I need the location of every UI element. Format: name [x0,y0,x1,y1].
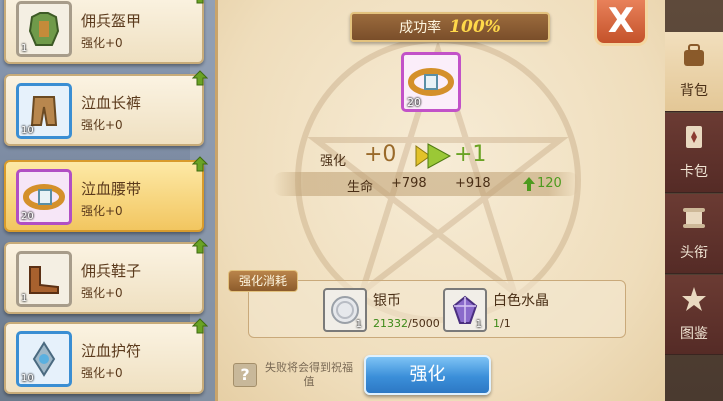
cost-need: /5000 [408,317,440,330]
enhance-panel: 成功率 100% X 20 强化 +0 +1 生命 +798 +918 120 … [215,0,665,401]
enhance-to-level: +1 [454,142,487,167]
tab-codex[interactable]: 图鉴 [665,275,723,355]
boots-icon: 1 [16,251,72,307]
help-icon[interactable]: ? [233,363,257,387]
tab-label: 背包 [680,83,708,99]
list-item-amulet[interactable]: 10 泣血护符 强化+0 [4,318,208,394]
tab-card-pack[interactable]: 卡包 [665,113,723,193]
close-button[interactable]: X [594,0,648,46]
item-level: 强化+0 [81,366,123,380]
enhance-level-row: 强化 +0 +1 [320,142,600,170]
belt-icon: 20 [16,169,72,225]
stat-new-value: +918 [455,176,491,191]
upgrade-arrow-icon [192,238,208,254]
item-level: 强化+0 [81,118,123,132]
enhance-button[interactable]: 强化 [364,355,491,395]
item-count: 1 [21,293,28,304]
white-crystal-icon: 1 [443,288,487,332]
right-tab-bar: 背包 卡包 头衔 图鉴 [665,0,723,401]
item-name: 泣血腰带 [81,180,142,198]
list-item-belt[interactable]: 20 泣血腰带 强化+0 [4,156,208,232]
tab-label: 图鉴 [680,326,708,342]
cost-amount: 21332/5000 [373,317,440,330]
card-pack-icon [686,126,702,148]
tab-backpack[interactable]: 背包 [665,32,723,112]
success-rate-banner: 成功率 100% [350,12,550,42]
list-item-boots[interactable]: 1 佣兵鞋子 强化+0 [4,238,208,314]
title-scroll-icon [683,208,705,228]
upgrade-arrow-icon [196,0,204,4]
double-arrow-right-icon [415,143,452,169]
success-rate-value: 100% [449,17,501,37]
item-name: 泣血长裤 [81,94,142,112]
item-count: 20 [407,96,421,109]
backpack-icon [684,44,704,66]
cost-box: 1 银币 21332/5000 1 白色水晶 1/1 [248,280,626,338]
upgrade-arrow-icon [192,70,208,86]
list-item-armor[interactable]: 1 佣兵盔甲 强化+0 [4,0,204,64]
item-name: 泣血护符 [81,342,142,360]
cost-name: 银币 [373,293,401,309]
cost-title: 强化消耗 [228,270,299,292]
item-count: 20 [21,211,34,222]
amulet-icon: 10 [16,331,72,387]
item-count: 10 [21,125,34,136]
success-rate-label: 成功率 [399,20,442,36]
stat-row: 生命 +798 +918 120 [273,172,579,196]
cost-amount: 1/1 [493,317,511,330]
belt-icon: 20 [401,52,461,112]
item-name: 佣兵盔甲 [81,12,142,30]
cost-have: 21332 [373,317,408,330]
tab-label: 卡包 [680,164,708,180]
up-arrow-icon [523,177,535,191]
stat-old-value: +798 [391,176,427,191]
item-level: 强化+0 [81,204,123,218]
pants-icon: 10 [16,83,72,139]
list-item-pants[interactable]: 10 泣血长裤 强化+0 [4,70,208,146]
cost-have: 1 [493,317,500,330]
item-count: 1 [21,43,28,54]
codex-star-icon [682,287,706,311]
help-text: 失败将会得到祝福值 [265,361,353,388]
upgrade-arrow-icon [192,318,208,334]
enhance-from-level: +0 [364,142,397,167]
stat-increase: 120 [537,176,562,191]
silver-coin-icon: 1 [323,288,367,332]
enhance-label: 强化 [320,154,347,169]
item-level: 强化+0 [81,286,123,300]
cost-need: /1 [500,317,511,330]
tab-title[interactable]: 头衔 [665,194,723,274]
stat-name: 生命 [347,180,374,195]
item-level: 强化+0 [81,36,123,50]
item-name: 佣兵鞋子 [81,262,142,280]
upgrade-arrow-icon [192,156,208,172]
equipment-list: 1 佣兵盔甲 强化+0 10 泣血长裤 强化+0 20 泣血腰带 强化+0 1 … [0,0,215,401]
cost-name: 白色水晶 [493,293,549,309]
armor-icon: 1 [16,1,72,57]
cost-count: 1 [355,319,362,330]
item-count: 10 [21,373,34,384]
tab-label: 头衔 [680,245,708,261]
cost-count: 1 [475,319,482,330]
